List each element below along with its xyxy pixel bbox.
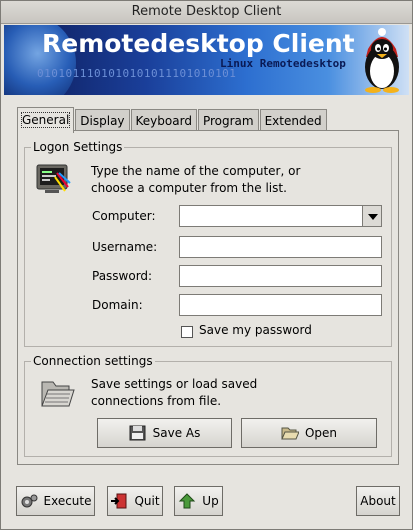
save-password-checkbox[interactable] (181, 326, 193, 338)
password-label: Password: (92, 269, 153, 283)
tab-program[interactable]: Program (197, 109, 259, 132)
logon-description-line2: choose a computer from the list. (91, 181, 287, 195)
banner-title: Remotedesktop Client (42, 29, 355, 58)
exit-door-icon (111, 493, 127, 509)
window-title: Remote Desktop Client (131, 4, 282, 19)
execute-button[interactable]: Execute (16, 486, 95, 516)
connection-settings-legend: Connection settings (31, 354, 155, 368)
logon-settings-group: Logon Settings Type the name of the comp… (24, 140, 392, 347)
save-as-button[interactable]: Save As (97, 418, 232, 448)
username-field[interactable] (179, 236, 382, 258)
app-window: Remote Desktop Client Remotedesktop Clie… (0, 0, 413, 530)
tux-penguin-icon (365, 28, 399, 93)
banner-binary-text: 0101011101010101011101010101 (37, 67, 237, 80)
tab-general[interactable]: General (17, 107, 75, 133)
computer-label: Computer: (92, 209, 156, 223)
tab-extended[interactable]: Extended (259, 109, 327, 132)
quit-button[interactable]: Quit (107, 486, 163, 516)
domain-field[interactable] (179, 294, 382, 316)
connection-settings-group: Connection settings Save settings or loa… (24, 354, 392, 457)
username-label: Username: (92, 240, 158, 254)
window-titlebar[interactable]: Remote Desktop Client (1, 1, 412, 24)
up-button[interactable]: Up (174, 486, 223, 516)
tab-keyboard[interactable]: Keyboard (130, 109, 197, 132)
gears-icon (21, 494, 37, 508)
execute-label: Execute (43, 494, 92, 508)
tab-bar: General Display Keyboard Program Extende… (17, 107, 328, 133)
open-label: Open (304, 426, 338, 440)
save-as-label: Save As (152, 426, 201, 440)
quit-label: Quit (134, 494, 160, 508)
open-folder-icon (281, 427, 299, 440)
up-label: Up (202, 494, 219, 508)
password-field[interactable] (179, 265, 382, 287)
save-password-label[interactable]: Save my password (199, 323, 312, 337)
monitor-icon (36, 164, 71, 193)
about-label: About (360, 494, 396, 508)
logon-settings-legend: Logon Settings (31, 140, 125, 154)
logon-description-line1: Type the name of the computer, or (91, 164, 301, 178)
connection-description-line2: connections from file. (91, 394, 222, 408)
folder-icon (41, 381, 75, 407)
computer-combo-input[interactable] (179, 205, 363, 227)
tab-display[interactable]: Display (75, 109, 130, 132)
floppy-icon (129, 425, 146, 441)
connection-description-line1: Save settings or load saved (91, 377, 258, 391)
computer-dropdown-button[interactable] (362, 205, 382, 227)
tab-panel-general: Logon Settings Type the name of the comp… (17, 130, 399, 465)
banner-subtitle: Linux Remotedesktop (220, 57, 346, 70)
up-arrow-icon (179, 493, 196, 509)
open-button[interactable]: Open (241, 418, 377, 448)
about-button[interactable]: About (356, 486, 400, 516)
header-banner: Remotedesktop Client 0101011101010101011… (4, 25, 409, 95)
domain-label: Domain: (92, 298, 143, 312)
